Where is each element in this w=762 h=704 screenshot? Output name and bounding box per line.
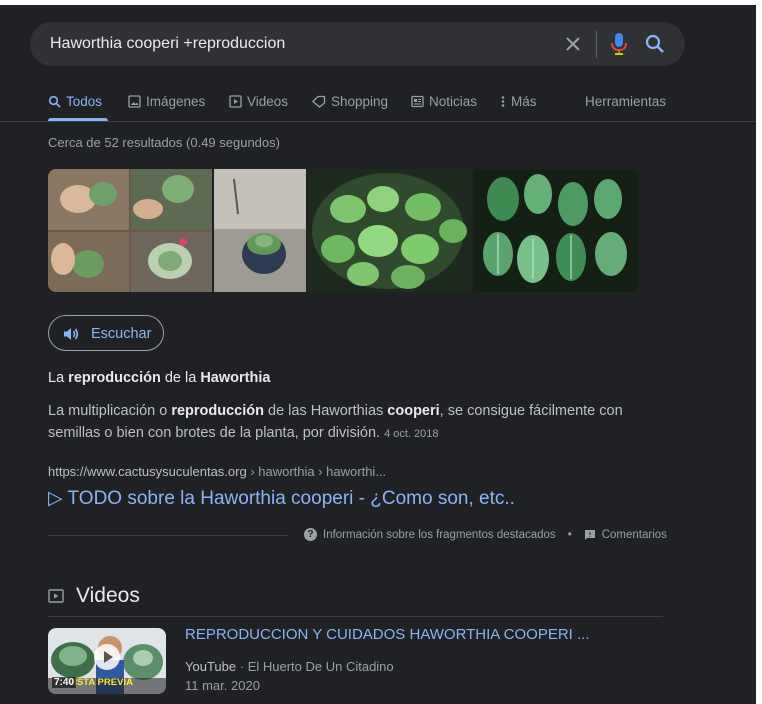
tab-videos[interactable]: Videos (229, 94, 288, 109)
tab-noticias[interactable]: Noticias (411, 94, 477, 109)
snippet-footer: ? Información sobre los fragmentos desta… (304, 528, 667, 541)
window-right-border (756, 0, 762, 704)
search-divider (596, 31, 597, 58)
separator: • (567, 528, 572, 541)
tab-label: Herramientas (585, 94, 667, 109)
thumbnail-preview-label: VISTA PREVIA (68, 677, 133, 688)
video-source: YouTube · El Huerto De Un Citadino (185, 659, 394, 674)
listen-button[interactable]: Escuchar (48, 315, 164, 351)
videos-divider (48, 616, 663, 617)
snippet-body: La multiplicación o reproducción de las … (48, 403, 623, 441)
tab-shopping[interactable]: Shopping (312, 94, 388, 109)
succulent-closeup-image[interactable] (308, 169, 471, 292)
videos-header: Videos (48, 584, 140, 608)
clear-icon[interactable] (563, 34, 583, 54)
featured-snippet-info-link[interactable]: Información sobre los fragmentos destaca… (323, 529, 556, 541)
tab-label: Imágenes (146, 94, 206, 109)
plant-collage-image[interactable] (48, 169, 212, 292)
tab-label: Todos (66, 94, 103, 109)
tab-label: Videos (247, 94, 289, 109)
tab-label: Más (511, 94, 537, 109)
video-icon (229, 95, 242, 108)
tab-mas[interactable]: Más (500, 94, 537, 109)
tab-label: Shopping (331, 94, 389, 109)
feedback-link[interactable]: Comentarios (602, 529, 667, 541)
result-title-link[interactable]: ▷ TODO sobre la Haworthia cooperi - ¿Com… (48, 487, 515, 510)
more-vert-icon (501, 96, 505, 107)
video-icon (48, 589, 64, 603)
video-date: 11 mar. 2020 (185, 678, 260, 693)
tab-todos[interactable]: Todos (48, 94, 102, 109)
translucent-leaves-image[interactable] (473, 169, 638, 292)
search-icon[interactable] (644, 33, 666, 55)
search-icon (48, 95, 61, 108)
help-icon: ? (304, 528, 317, 541)
tab-herramientas[interactable]: Herramientas (585, 94, 666, 109)
tag-icon (312, 95, 326, 108)
play-icon[interactable] (94, 644, 120, 670)
snippet-date: 4 oct. 2018 (384, 428, 439, 440)
image-strip (48, 169, 638, 292)
image-icon (128, 95, 141, 108)
search-box[interactable]: Haworthia cooperi +reproduccion (30, 22, 685, 66)
search-input[interactable]: Haworthia cooperi +reproduccion (50, 35, 285, 53)
result-url: https://www.cactusysuculentas.org › hawo… (48, 464, 387, 479)
window-top-border (0, 0, 762, 5)
snippet-divider (48, 535, 288, 536)
listen-label: Escuchar (91, 326, 152, 342)
videos-title: Videos (76, 584, 140, 607)
tabs-divider (0, 121, 756, 122)
microphone-icon[interactable] (610, 32, 628, 56)
result-stats: Cerca de 52 resultados (0.49 segundos) (48, 135, 280, 150)
video-title-link[interactable]: REPRODUCCION Y CUIDADOS HAWORTHIA COOPER… (185, 626, 590, 643)
feedback-icon (584, 529, 595, 540)
tab-label: Noticias (429, 94, 478, 109)
potted-plant-image[interactable] (214, 169, 306, 292)
speaker-icon (64, 328, 79, 340)
snippet-title: La reproducción de la Haworthia (48, 370, 271, 386)
video-duration: 7:40 (52, 677, 77, 688)
news-icon (411, 95, 424, 108)
video-thumbnail[interactable]: VISTA PREVIA 7:40 (48, 628, 166, 694)
tab-imagenes[interactable]: Imágenes (128, 94, 205, 109)
